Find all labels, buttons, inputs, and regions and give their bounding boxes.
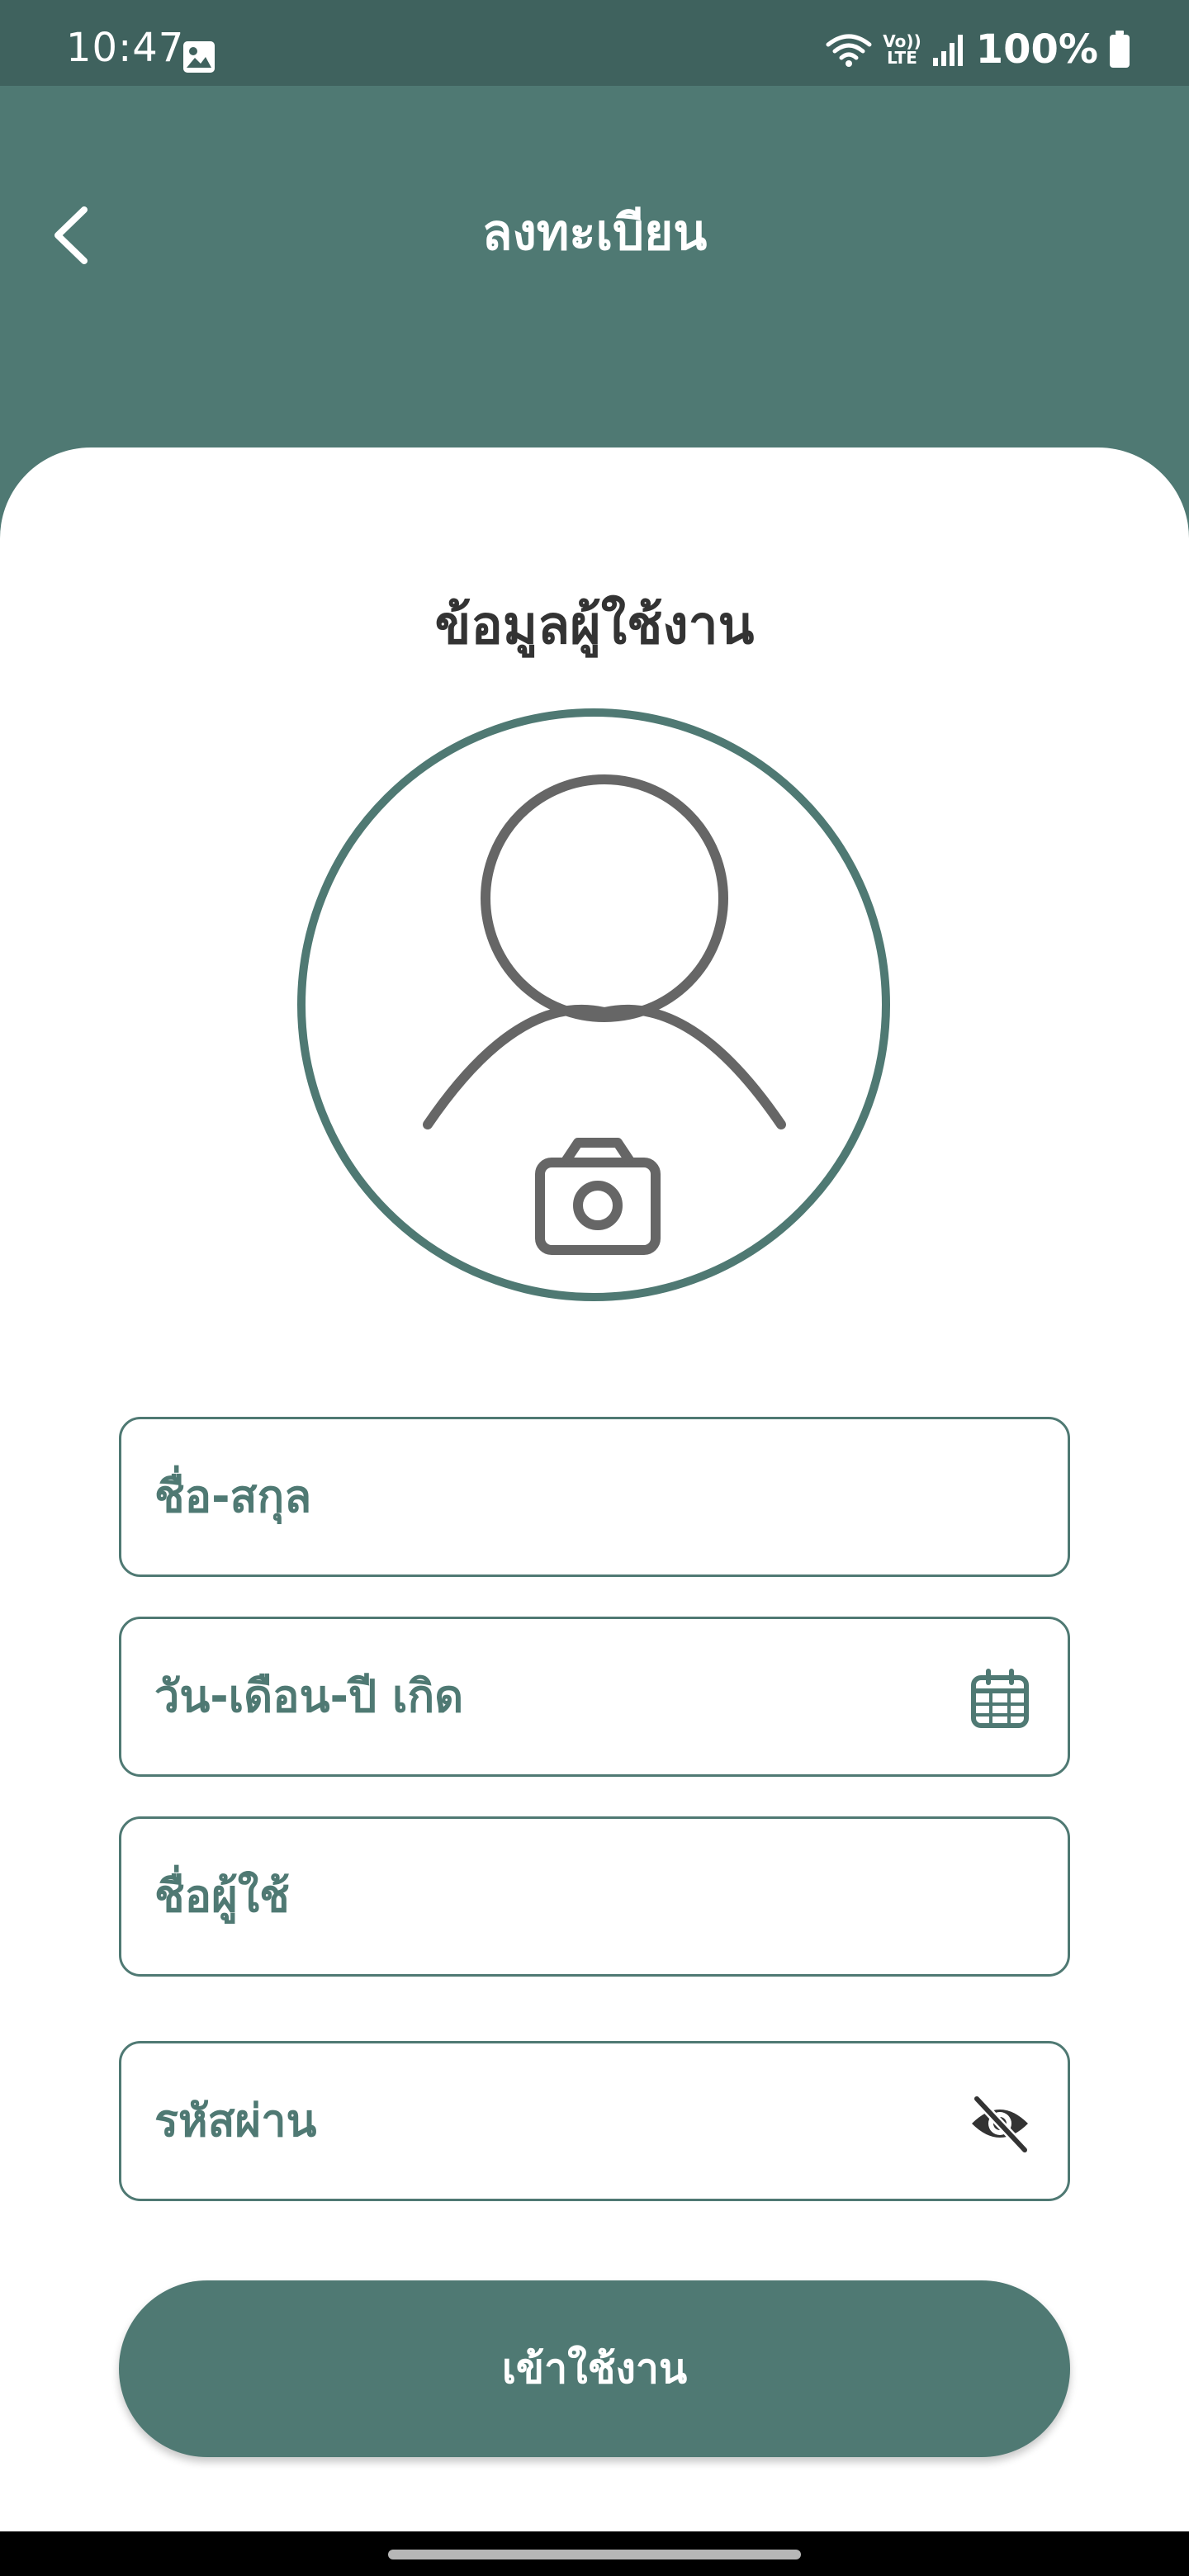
lte-indicator: Vo)) LTE — [883, 31, 921, 68]
battery-percent: 100% — [975, 26, 1098, 73]
username-label: ชื่อผู้ใช้ — [154, 1870, 290, 1922]
password-field[interactable]: รหัสผ่าน — [119, 2041, 1070, 2201]
birthdate-label: วัน-เดือน-ปี เกิด — [154, 1670, 464, 1722]
app-header — [0, 86, 1189, 449]
password-label: รหัสผ่าน — [154, 2095, 317, 2147]
status-right: Vo)) LTE 100% — [825, 30, 1131, 69]
fullname-field[interactable]: ชื่อ-สกุล — [119, 1417, 1070, 1577]
person-icon — [423, 774, 786, 1255]
status-time: 10:47 — [66, 25, 185, 71]
birthdate-field[interactable]: วัน-เดือน-ปี เกิด — [119, 1617, 1070, 1777]
page-title: ลงทะเบียน — [481, 204, 708, 262]
system-nav-bar — [0, 2531, 1189, 2576]
section-title: ข้อมูลผู้ใช้งาน — [434, 595, 755, 656]
fullname-label: ชื่อ-สกุล — [154, 1470, 312, 1522]
eye-off-icon[interactable] — [969, 2092, 1031, 2155]
avatar-upload-button[interactable] — [297, 708, 890, 1301]
submit-button[interactable]: เข้าใช้งาน — [119, 2280, 1070, 2457]
camera-icon — [535, 1138, 661, 1255]
wifi-icon — [826, 34, 872, 67]
status-bar: 10:47 Vo)) LTE 100% — [0, 0, 1189, 86]
username-field[interactable]: ชื่อผู้ใช้ — [119, 1816, 1070, 1977]
home-indicator[interactable] — [388, 2550, 801, 2559]
gallery-icon — [182, 40, 216, 78]
signal-icon — [932, 35, 963, 66]
calendar-icon[interactable] — [969, 1668, 1031, 1731]
battery-icon — [1110, 31, 1130, 68]
